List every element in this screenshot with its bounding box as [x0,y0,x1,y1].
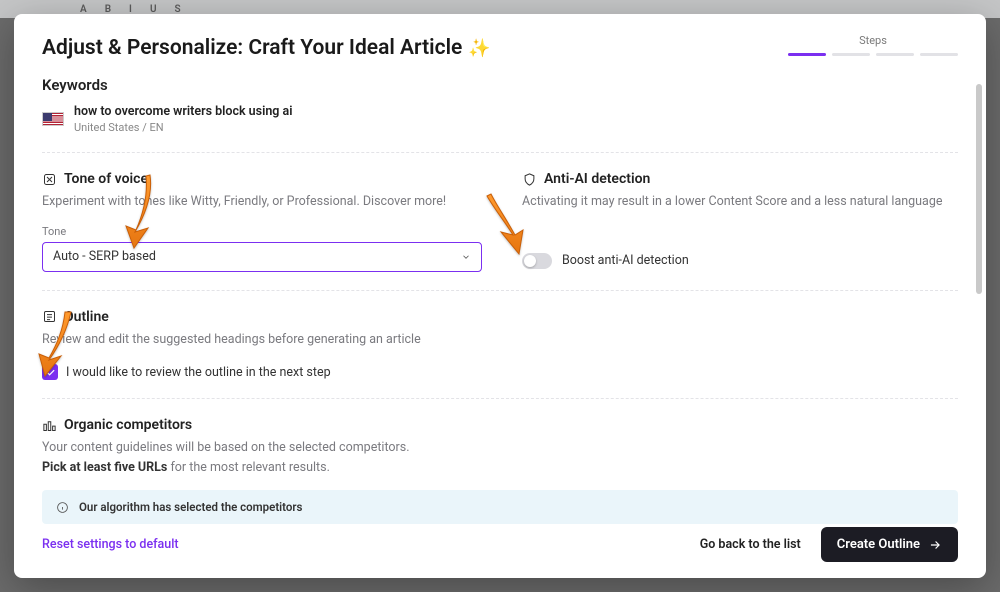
keyword-text: how to overcome writers block using ai [74,104,293,119]
chevron-down-icon [461,252,471,262]
tone-section: Tone of voice Experiment with tones like… [42,171,482,272]
divider [42,398,958,399]
keyword-row: how to overcome writers block using ai U… [42,104,958,134]
divider [42,290,958,291]
keywords-heading: Keywords [42,76,958,94]
outline-checkbox-label: I would like to review the outline in th… [66,365,331,380]
outline-section: Outline Review and edit the suggested he… [42,309,958,381]
steps-bars [788,53,958,56]
anti-ai-desc: Activating it may result in a lower Cont… [522,193,958,211]
step-bar-4 [920,53,958,56]
modal-footer: Reset settings to default Go back to the… [42,527,958,562]
step-bar-1 [788,53,826,56]
anti-ai-toggle[interactable] [522,253,552,269]
tone-select[interactable]: Auto - SERP based [42,242,482,272]
competitors-heading: Organic competitors [64,417,192,433]
steps-indicator: Steps [788,34,958,56]
competitors-desc-2-rest: for the most relevant results. [167,460,330,475]
outline-desc: Review and edit the suggested headings b… [42,331,958,349]
keyword-block: how to overcome writers block using ai U… [74,104,293,134]
anti-ai-heading: Anti-AI detection [544,171,650,187]
reset-settings-link[interactable]: Reset settings to default [42,537,179,552]
tone-field-label: Tone [42,225,482,238]
competitors-icon [42,418,57,433]
anti-ai-section: Anti-AI detection Activating it may resu… [522,171,958,272]
competitors-info-banner: Our algorithm has selected the competito… [42,490,958,524]
tone-selected-value: Auto - SERP based [53,249,156,264]
article-settings-modal: Adjust & Personalize: Craft Your Ideal A… [14,14,986,578]
tone-desc: Experiment with tones like Witty, Friend… [42,193,482,211]
tone-heading: Tone of voice [64,171,148,187]
competitors-banner-text: Our algorithm has selected the competito… [79,500,302,514]
scrollbar[interactable] [976,84,982,294]
arrow-right-icon [928,538,942,552]
outline-heading: Outline [64,309,109,325]
title-text: Adjust & Personalize: Craft Your Ideal A… [42,36,462,60]
go-back-link[interactable]: Go back to the list [700,537,801,552]
competitors-section: Organic competitors Your content guideli… [42,417,958,524]
outline-icon [42,309,57,324]
step-bar-2 [832,53,870,56]
competitors-desc-2: Pick at least five URLs for the most rel… [42,459,958,477]
divider [42,152,958,153]
modal-title: Adjust & Personalize: Craft Your Ideal A… [42,36,491,60]
create-outline-button[interactable]: Create Outline [821,527,958,562]
anti-ai-toggle-label: Boost anti-AI detection [562,253,689,268]
keyword-locale: United States / EN [74,121,293,134]
cta-label: Create Outline [837,537,920,552]
step-bar-3 [876,53,914,56]
us-flag-icon [42,112,64,126]
tone-icon [42,172,57,187]
sparkle-icon: ✨ [468,38,490,59]
outline-review-checkbox[interactable] [42,364,58,380]
info-icon [56,501,69,514]
shield-icon [522,172,537,187]
competitors-desc-1: Your content guidelines will be based on… [42,439,958,457]
modal-header: Adjust & Personalize: Craft Your Ideal A… [42,36,958,60]
competitors-desc-2-bold: Pick at least five URLs [42,460,167,475]
steps-label: Steps [859,34,887,47]
